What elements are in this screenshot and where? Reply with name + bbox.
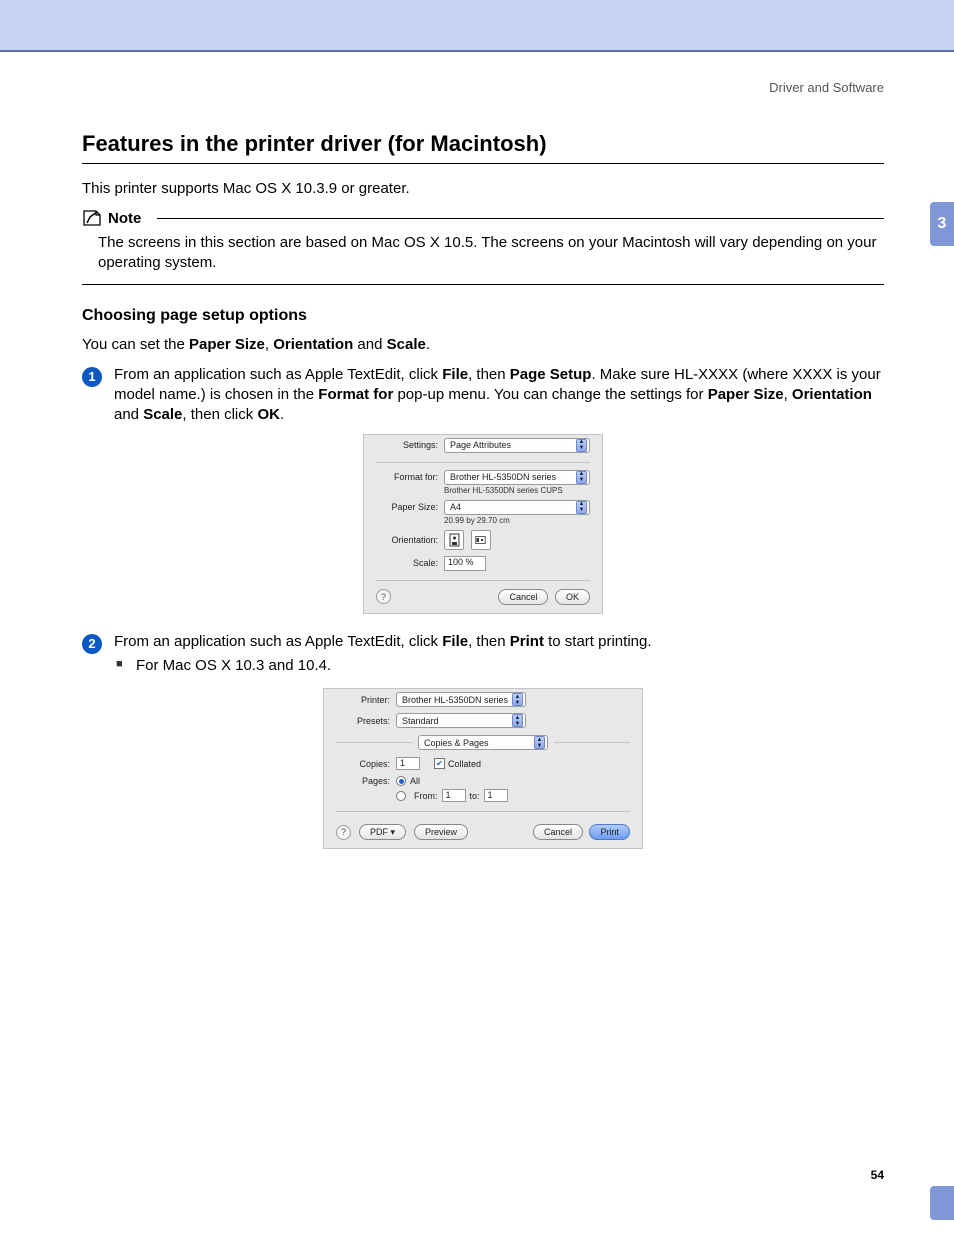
pages-all-label: All bbox=[410, 776, 420, 786]
text-bold: Page Setup bbox=[510, 366, 592, 383]
copies-input[interactable]: 1 bbox=[396, 757, 420, 770]
select-arrows-icon: ▲▼ bbox=[534, 736, 545, 749]
text-bold: Orientation bbox=[792, 386, 872, 403]
page-content: Driver and Software Features in the prin… bbox=[0, 52, 954, 887]
text-bold: Scale bbox=[387, 336, 426, 353]
text-bold: Orientation bbox=[273, 336, 353, 353]
page-number: 54 bbox=[871, 1168, 884, 1182]
select-arrows-icon: ▲▼ bbox=[512, 693, 523, 706]
note-head-rule bbox=[157, 218, 884, 219]
text-bold: File bbox=[442, 366, 468, 383]
pages-from-input[interactable]: 1 bbox=[442, 789, 466, 802]
orientation-portrait-button[interactable] bbox=[444, 530, 464, 550]
print-button[interactable]: Print bbox=[589, 824, 630, 840]
paper-size-select[interactable]: A4 ▲▼ bbox=[444, 500, 590, 515]
subsection-title: Choosing page setup options bbox=[82, 307, 884, 325]
format-for-subtext: Brother HL-5350DN series CUPS bbox=[364, 486, 602, 495]
text-bold: OK bbox=[257, 406, 280, 423]
preview-button[interactable]: Preview bbox=[414, 824, 468, 840]
scale-input[interactable]: 100 % bbox=[444, 556, 486, 571]
select-value: Brother HL-5350DN series bbox=[402, 695, 508, 705]
step-1: 1 From an application such as Apple Text… bbox=[82, 365, 884, 426]
select-value: Copies & Pages bbox=[424, 738, 489, 748]
select-value: A4 bbox=[450, 502, 461, 512]
page-header-bar bbox=[0, 0, 954, 52]
orientation-landscape-button[interactable] bbox=[471, 530, 491, 550]
note-block: Note The screens in this section are bas… bbox=[82, 209, 884, 285]
help-button[interactable]: ? bbox=[336, 825, 351, 840]
text: to start printing. bbox=[544, 633, 652, 650]
select-value: Standard bbox=[402, 716, 439, 726]
text: You can set the bbox=[82, 336, 189, 353]
format-for-label: Format for: bbox=[376, 472, 438, 482]
printer-select[interactable]: Brother HL-5350DN series ▲▼ bbox=[396, 692, 526, 707]
step-number-icon: 1 bbox=[82, 367, 102, 387]
copies-label: Copies: bbox=[336, 759, 390, 769]
section-title: Features in the printer driver (for Maci… bbox=[82, 131, 884, 157]
text: From an application such as Apple TextEd… bbox=[114, 633, 442, 650]
pages-from-label: From: bbox=[414, 791, 438, 801]
settings-label: Settings: bbox=[376, 440, 438, 450]
note-label: Note bbox=[108, 210, 141, 227]
select-arrows-icon: ▲▼ bbox=[576, 439, 587, 452]
note-body: The screens in this section are based on… bbox=[82, 227, 884, 285]
pages-from-radio[interactable] bbox=[396, 791, 406, 801]
lead-paragraph: You can set the Paper Size, Orientation … bbox=[82, 335, 884, 355]
select-arrows-icon: ▲▼ bbox=[576, 501, 587, 514]
scale-label: Scale: bbox=[376, 558, 438, 568]
pdf-button[interactable]: PDF ▾ bbox=[359, 824, 406, 840]
title-rule bbox=[82, 163, 884, 164]
pages-to-label: to: bbox=[470, 791, 480, 801]
step-2: 2 From an application such as Apple Text… bbox=[82, 632, 884, 681]
pages-all-radio[interactable] bbox=[396, 776, 406, 786]
printer-label: Printer: bbox=[336, 695, 390, 705]
step-1-body: From an application such as Apple TextEd… bbox=[114, 365, 884, 426]
dialog-separator bbox=[336, 811, 630, 812]
note-icon bbox=[82, 209, 102, 227]
footer-tab bbox=[930, 1186, 954, 1220]
text-bold: Paper Size bbox=[189, 336, 265, 353]
step-number-icon: 2 bbox=[82, 634, 102, 654]
presets-label: Presets: bbox=[336, 716, 390, 726]
intro-paragraph: This printer supports Mac OS X 10.3.9 or… bbox=[82, 180, 884, 197]
text: From an application such as Apple TextEd… bbox=[114, 366, 442, 383]
section-select[interactable]: Copies & Pages ▲▼ bbox=[418, 735, 548, 750]
collated-label: Collated bbox=[448, 759, 481, 769]
step-2-body: From an application such as Apple TextEd… bbox=[114, 632, 884, 681]
step-2-sub-bullet: For Mac OS X 10.3 and 10.4. bbox=[114, 656, 884, 676]
dialog-separator bbox=[376, 580, 590, 581]
text: , then bbox=[468, 633, 510, 650]
text-bold: File bbox=[442, 633, 468, 650]
text-bold: Print bbox=[510, 633, 544, 650]
text: pop-up menu. You can change the settings… bbox=[393, 386, 707, 403]
text: . bbox=[280, 406, 284, 423]
print-dialog: Printer: Brother HL-5350DN series ▲▼ Pre… bbox=[323, 688, 643, 849]
presets-select[interactable]: Standard ▲▼ bbox=[396, 713, 526, 728]
settings-select[interactable]: Page Attributes ▲▼ bbox=[444, 438, 590, 453]
select-value: Brother HL-5350DN series bbox=[450, 472, 556, 482]
help-button[interactable]: ? bbox=[376, 589, 391, 604]
paper-size-subtext: 20.99 by 29.70 cm bbox=[364, 516, 602, 525]
cancel-button[interactable]: Cancel bbox=[533, 824, 583, 840]
pages-to-input[interactable]: 1 bbox=[484, 789, 508, 802]
page-setup-dialog: Settings: Page Attributes ▲▼ Format for:… bbox=[363, 434, 603, 614]
dialog-separator bbox=[376, 462, 590, 463]
text-bold: Paper Size bbox=[708, 386, 784, 403]
section-separator: Copies & Pages ▲▼ bbox=[336, 735, 630, 750]
collated-checkbox[interactable]: ✔ bbox=[434, 758, 445, 769]
running-head: Driver and Software bbox=[82, 80, 884, 95]
select-value: Page Attributes bbox=[450, 440, 511, 450]
text-bold: Scale bbox=[143, 406, 182, 423]
select-arrows-icon: ▲▼ bbox=[512, 714, 523, 727]
pages-label: Pages: bbox=[336, 776, 390, 786]
text-bold: Format for bbox=[318, 386, 393, 403]
cancel-button[interactable]: Cancel bbox=[498, 589, 548, 605]
ok-button[interactable]: OK bbox=[555, 589, 590, 605]
text: , then bbox=[468, 366, 510, 383]
format-for-select[interactable]: Brother HL-5350DN series ▲▼ bbox=[444, 470, 590, 485]
orientation-label: Orientation: bbox=[376, 535, 438, 545]
paper-size-label: Paper Size: bbox=[376, 502, 438, 512]
text: , then click bbox=[182, 406, 257, 423]
select-arrows-icon: ▲▼ bbox=[576, 471, 587, 484]
